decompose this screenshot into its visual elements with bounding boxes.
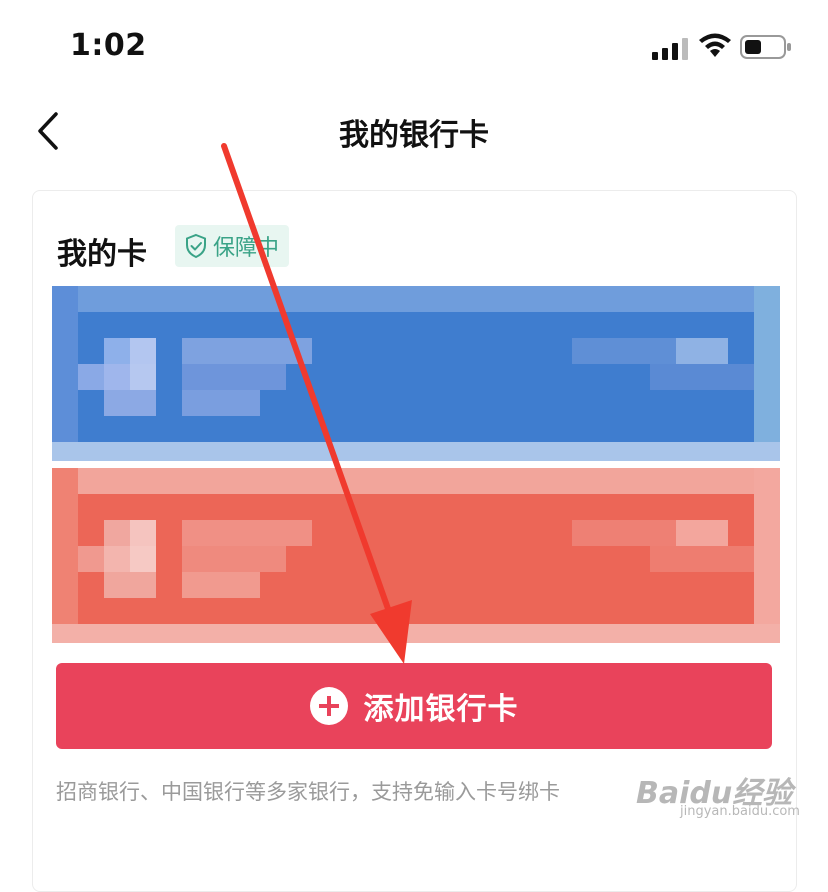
- wifi-icon: [699, 33, 731, 57]
- baidu-jingyan-watermark: Baidu经验 jingyan.baidu.com: [636, 768, 814, 832]
- section-title: 我的卡: [57, 237, 147, 272]
- bank-card-1[interactable]: [52, 286, 780, 461]
- status-bar: 1:02: [0, 0, 828, 96]
- bank-card-list: [52, 286, 780, 666]
- shield-check-icon: [186, 233, 206, 259]
- status-time: 1:02: [70, 28, 147, 63]
- protection-status-label: 保障中: [213, 236, 280, 261]
- battery-icon: [740, 35, 791, 59]
- cellular-signal-icon: [652, 38, 688, 60]
- bank-card-2[interactable]: [52, 468, 780, 643]
- nav-bar: 我的银行卡: [0, 96, 828, 166]
- watermark-url-text: jingyan.baidu.com: [680, 804, 800, 819]
- supported-banks-hint: 招商银行、中国银行等多家银行，支持免输入卡号绑卡: [56, 780, 560, 804]
- add-bank-card-button[interactable]: 添加银行卡: [56, 663, 772, 749]
- page-title: 我的银行卡: [339, 118, 489, 153]
- protection-status-badge[interactable]: 保障中: [175, 225, 290, 267]
- add-bank-card-label: 添加银行卡: [363, 692, 519, 727]
- plus-circle-icon: [309, 687, 348, 725]
